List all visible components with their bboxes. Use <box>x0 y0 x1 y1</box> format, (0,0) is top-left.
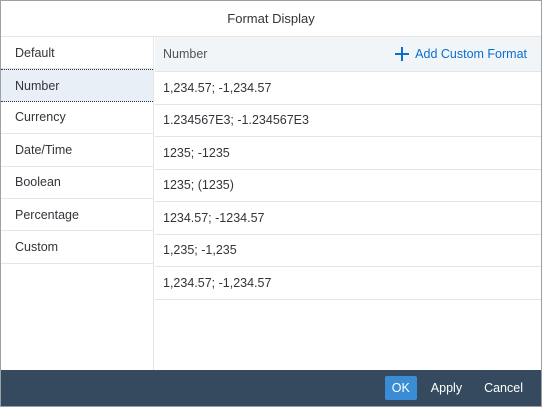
format-option[interactable]: 1,234.57; -1,234.57 <box>155 267 541 300</box>
dialog-title-bar: Format Display <box>1 1 541 37</box>
sidebar-item-label: Custom <box>15 240 59 255</box>
sidebar-item-label: Default <box>15 45 55 60</box>
sidebar-item-number[interactable]: Number <box>1 69 153 102</box>
format-list-header: Number Add Custom Format <box>155 37 541 72</box>
sidebar-item-percentage[interactable]: Percentage <box>1 199 153 232</box>
format-option-label: 1234.57; -1234.57 <box>163 210 265 225</box>
format-list-title: Number <box>163 47 208 61</box>
format-option-label: 1235; -1235 <box>163 145 230 160</box>
format-option[interactable]: 1235; -1235 <box>155 137 541 170</box>
sidebar-item-default[interactable]: Default <box>1 37 153 70</box>
dialog-title: Format Display <box>227 11 315 26</box>
format-category-sidebar: Default Number Currency Date/Time Boolea… <box>1 37 154 370</box>
sidebar-item-custom[interactable]: Custom <box>1 231 153 264</box>
add-custom-format-button[interactable]: Add Custom Format <box>395 47 527 61</box>
format-option[interactable]: 1,234.57; -1,234.57 <box>155 72 541 105</box>
plus-icon <box>395 47 410 61</box>
format-option-label: 1,234.57; -1,234.57 <box>163 275 272 290</box>
sidebar-item-date-time[interactable]: Date/Time <box>1 134 153 167</box>
format-option-label: 1.234567E3; -1.234567E3 <box>163 113 309 128</box>
ok-button[interactable]: OK <box>384 376 417 400</box>
format-option[interactable]: 1234.57; -1234.57 <box>155 202 541 235</box>
sidebar-item-label: Currency <box>15 110 66 125</box>
format-list-panel: Number Add Custom Format 1,234.57; -1,23… <box>155 37 541 370</box>
sidebar-item-label: Boolean <box>15 175 61 190</box>
sidebar-item-boolean[interactable]: Boolean <box>1 167 153 199</box>
sidebar-item-label: Number <box>15 78 60 93</box>
sidebar-item-label: Percentage <box>15 207 79 222</box>
sidebar-item-label: Date/Time <box>15 142 73 157</box>
apply-button[interactable]: Apply <box>423 376 470 400</box>
format-option-label: 1235; (1235) <box>163 178 234 193</box>
dialog-footer: OK Apply Cancel <box>1 370 541 406</box>
format-option-label: 1,234.57; -1,234.57 <box>163 80 272 95</box>
add-custom-format-label: Add Custom Format <box>415 47 527 61</box>
sidebar-item-currency[interactable]: Currency <box>1 102 153 135</box>
format-option-label: 1,235; -1,235 <box>163 243 237 258</box>
format-option[interactable]: 1,235; -1,235 <box>155 235 541 267</box>
format-option[interactable]: 1.234567E3; -1.234567E3 <box>155 105 541 137</box>
cancel-button[interactable]: Cancel <box>476 376 531 400</box>
format-display-dialog: Format Display Default Number Currency D… <box>0 0 542 407</box>
format-option[interactable]: 1235; (1235) <box>155 170 541 202</box>
